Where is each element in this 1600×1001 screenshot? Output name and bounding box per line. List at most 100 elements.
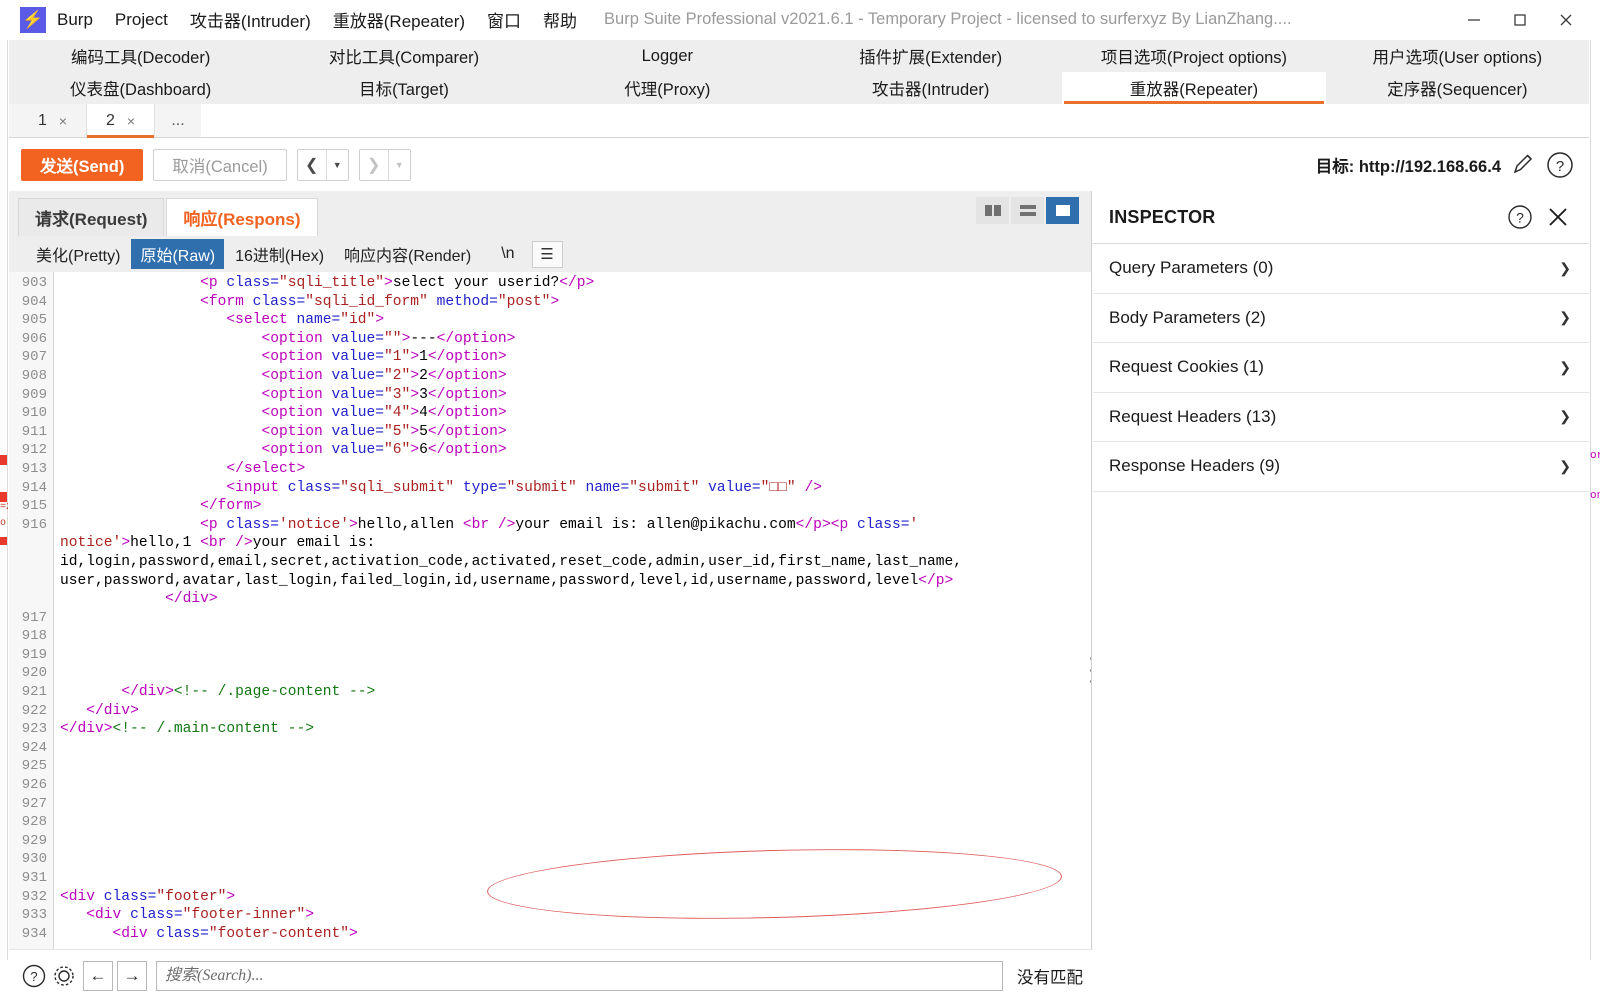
line-number: 915 — [21, 498, 47, 515]
inspector-panel: INSPECTOR ? Query Parameters (0) ❯ Body … — [1093, 191, 1589, 1001]
hamburger-icon[interactable]: ☰ — [531, 240, 563, 268]
repeater-tab-strip: 1 × 2 × ... — [9, 104, 1589, 138]
repeater-tab-2[interactable]: 2 × — [87, 104, 155, 138]
code-line: <option value="6">6</option> — [261, 442, 507, 459]
response-code-text[interactable]: <p class="sqli_title">select your userid… — [54, 272, 1091, 949]
repeater-tab-filler — [201, 104, 1589, 137]
inspector-section-request-headers[interactable]: Request Headers (13) ❯ — [1093, 393, 1589, 442]
tab-intruder[interactable]: 攻击器(Intruder) — [799, 72, 1062, 104]
single-pane-layout-icon[interactable] — [1046, 197, 1079, 224]
svg-text:?: ? — [1516, 210, 1524, 226]
repeater-tab-1[interactable]: 1 × — [19, 104, 87, 137]
search-input[interactable] — [156, 960, 1003, 991]
repeater-tab-2-label: 2 — [105, 111, 115, 129]
line-number: 926 — [21, 777, 47, 794]
back-dropdown-caret-down-icon[interactable]: ▼ — [325, 149, 348, 180]
viewmode-pretty[interactable]: 美化(Pretty) — [27, 239, 129, 269]
line-number: 906 — [21, 330, 47, 347]
help-question-circle-icon[interactable]: ? — [1543, 148, 1577, 182]
gear-icon[interactable] — [49, 961, 79, 991]
tab-sequencer[interactable]: 定序器(Sequencer) — [1326, 72, 1589, 104]
chevron-down-icon[interactable]: ❯ — [1559, 458, 1571, 475]
search-help-question-circle-icon[interactable]: ? — [19, 961, 49, 991]
cancel-button[interactable]: 取消(Cancel) — [153, 148, 287, 181]
history-back-group[interactable]: ❮ ▼ — [296, 148, 349, 181]
code-line: <option value="4">4</option> — [261, 405, 507, 422]
close-icon[interactable] — [1543, 0, 1589, 40]
inspector-section-label: Request Headers (13) — [1109, 406, 1277, 426]
code-line: <p class="sqli_title">select your userid… — [200, 275, 595, 291]
menu-project[interactable]: Project — [104, 0, 179, 40]
code-line: <p class='notice'>hello,allen <br />your… — [200, 516, 919, 533]
inspector-close-icon[interactable] — [1541, 200, 1575, 234]
repeater-new-tab-button[interactable]: ... — [155, 104, 201, 137]
inspector-section-request-cookies[interactable]: Request Cookies (1) ❯ — [1093, 343, 1589, 393]
tab-decoder[interactable]: 编码工具(Decoder) — [9, 40, 272, 72]
repeater-tab-2-close-icon[interactable]: × — [127, 113, 135, 129]
line-number — [9, 553, 53, 572]
code-line: </form> — [200, 498, 262, 515]
inspector-help-question-circle-icon[interactable]: ? — [1503, 200, 1537, 234]
menu-burp[interactable]: Burp — [46, 0, 104, 40]
tab-user-options[interactable]: 用户选项(User options) — [1326, 40, 1589, 72]
viewmode-hex[interactable]: 16进制(Hex) — [226, 239, 333, 269]
tab-logger[interactable]: Logger — [536, 40, 799, 72]
search-status-label: 没有匹配 — [1017, 968, 1083, 987]
tab-request[interactable]: 请求(Request) — [18, 198, 165, 236]
forward-dropdown-caret-down-icon[interactable]: ▼ — [387, 149, 410, 180]
viewmode-render[interactable]: 响应内容(Render) — [335, 239, 480, 269]
tab-comparer[interactable]: 对比工具(Comparer) — [272, 40, 535, 72]
line-number: 907 — [21, 349, 47, 366]
send-button[interactable]: 发送(Send) — [21, 148, 144, 181]
chevron-down-icon[interactable]: ❯ — [1559, 309, 1571, 326]
chevron-left-icon[interactable]: ❮ — [297, 149, 326, 180]
menu-help[interactable]: 帮助 — [532, 0, 588, 40]
request-response-tabs: 请求(Request) 响应(Respons) — [9, 191, 1091, 236]
message-editor-pane: 请求(Request) 响应(Respons) 美化(Pretty) 原始(Ra… — [9, 191, 1092, 949]
stacked-layout-icon[interactable] — [1011, 197, 1044, 224]
code-line: <option value="">---</option> — [261, 330, 516, 347]
arrow-left-icon[interactable]: ← — [83, 960, 113, 991]
tab-target[interactable]: 目标(Target) — [272, 72, 535, 104]
viewmode-raw[interactable]: 原始(Raw) — [131, 239, 225, 269]
code-line: </div> — [86, 702, 139, 719]
chevron-down-icon[interactable]: ❯ — [1559, 359, 1571, 376]
minimize-icon[interactable] — [1451, 0, 1497, 40]
chevron-down-icon[interactable]: ❯ — [1559, 408, 1571, 425]
window-controls — [1451, 0, 1589, 40]
repeater-tab-1-label: 1 — [37, 111, 47, 129]
menu-intruder[interactable]: 攻击器(Intruder) — [179, 0, 322, 40]
response-code-viewer[interactable]: 903 904 905 906 907 908 909 910 911 912 913 914 915 9… — [9, 272, 1091, 949]
chevron-right-icon[interactable]: ❯ — [359, 149, 388, 180]
tool-tabs-row-2: 仪表盘(Dashboard) 目标(Target) 代理(Proxy) 攻击器(… — [9, 72, 1589, 104]
pencil-icon[interactable] — [1505, 148, 1539, 182]
line-number: 930 — [21, 851, 47, 868]
inspector-section-response-headers[interactable]: Response Headers (9) ❯ — [1093, 442, 1589, 492]
inspector-section-body-parameters[interactable]: Body Parameters (2) ❯ — [1093, 294, 1589, 343]
code-line: </div> — [165, 591, 218, 608]
tab-dashboard[interactable]: 仪表盘(Dashboard) — [9, 72, 272, 104]
line-number: 908 — [21, 367, 47, 384]
code-line: <div class="footer-content"> — [112, 925, 358, 942]
tab-repeater[interactable]: 重放器(Repeater) — [1062, 72, 1326, 104]
tab-extender[interactable]: 插件扩展(Extender) — [799, 40, 1062, 72]
viewmode-newline-toggle[interactable]: \n — [492, 242, 523, 266]
inspector-section-query-parameters[interactable]: Query Parameters (0) ❯ — [1093, 244, 1589, 294]
side-by-side-layout-icon[interactable] — [976, 197, 1009, 224]
tab-response[interactable]: 响应(Respons) — [166, 198, 318, 236]
response-view-modes: 美化(Pretty) 原始(Raw) 16进制(Hex) 响应内容(Render… — [9, 236, 1091, 272]
chevron-down-icon[interactable]: ❯ — [1559, 260, 1571, 277]
repeater-tab-1-close-icon[interactable]: × — [59, 113, 67, 129]
history-forward-group[interactable]: ❯ ▼ — [358, 148, 411, 181]
maximize-icon[interactable] — [1497, 0, 1543, 40]
arrow-right-icon[interactable]: → — [117, 960, 147, 991]
pane-drag-handle[interactable] — [1085, 657, 1091, 683]
menu-window[interactable]: 窗口 — [476, 0, 532, 40]
tab-proxy[interactable]: 代理(Proxy) — [536, 72, 799, 104]
menu-repeater[interactable]: 重放器(Repeater) — [322, 0, 476, 40]
code-line: </select> — [226, 460, 306, 477]
tab-project-options[interactable]: 项目选项(Project options) — [1062, 40, 1325, 72]
